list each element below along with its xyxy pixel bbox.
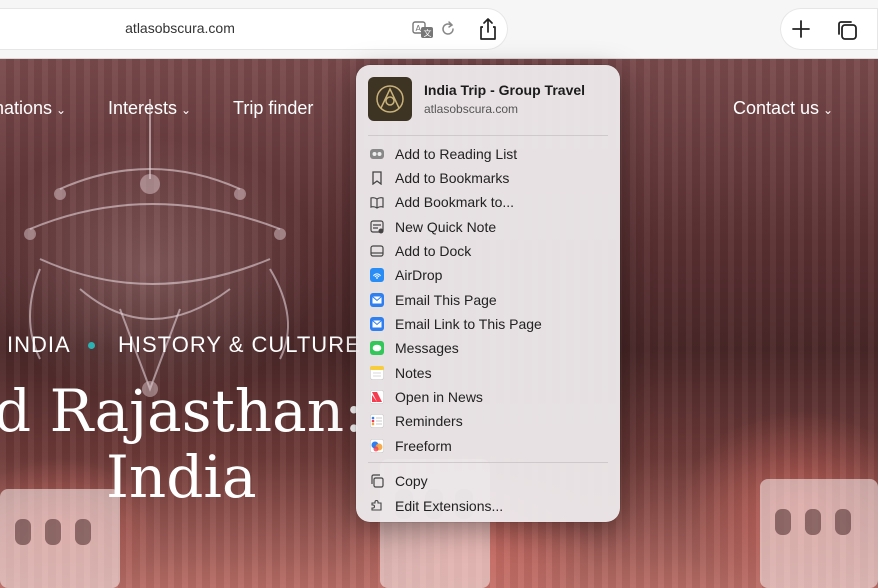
menu-item-add-to-dock[interactable]: Add to Dock — [368, 240, 608, 262]
menu-item-add-bookmark-to[interactable]: Add Bookmark to... — [368, 191, 608, 213]
mail-icon — [370, 293, 384, 307]
share-menu-header: India Trip - Group Travel atlasobscura.c… — [368, 77, 608, 123]
menu-item-add-to-reading-list[interactable]: Add to Reading List — [368, 143, 608, 165]
category-history-culture[interactable]: HISTORY & CULTURE — [118, 332, 361, 358]
extensions-icon — [370, 499, 384, 513]
nav-contact-us[interactable]: Contact us⌄ — [733, 98, 833, 119]
notes-icon — [370, 366, 384, 380]
mail-icon — [370, 317, 384, 331]
shared-page-url: atlasobscura.com — [424, 102, 518, 116]
menu-item-copy[interactable]: Copy — [368, 470, 608, 492]
svg-text:文: 文 — [424, 28, 432, 38]
menu-item-airdrop[interactable]: AirDrop — [368, 264, 608, 286]
copy-icon — [370, 474, 384, 488]
freeform-icon — [370, 439, 384, 453]
quick-note-icon — [370, 220, 384, 234]
browser-toolbar: atlasobscura.com A 文 — [0, 0, 878, 59]
menu-item-new-quick-note[interactable]: New Quick Note — [368, 216, 608, 238]
bookmark-icon — [370, 171, 384, 185]
share-menu: India Trip - Group Travel atlasobscura.c… — [356, 65, 620, 522]
menu-item-open-in-news[interactable]: Open in News — [368, 386, 608, 408]
glasses-icon — [370, 147, 384, 161]
dock-icon — [370, 244, 384, 258]
tabs-overview-icon[interactable] — [835, 18, 859, 47]
menu-divider — [368, 462, 608, 463]
hero-title-line-2: India — [106, 443, 257, 511]
category-india[interactable]: INDIA — [7, 332, 71, 358]
airdrop-icon — [370, 268, 384, 282]
reload-icon[interactable] — [440, 20, 456, 43]
svg-text:A: A — [416, 24, 422, 33]
site-logo-icon — [368, 77, 412, 121]
plus-icon[interactable] — [789, 17, 813, 46]
url-text[interactable]: atlasobscura.com — [0, 20, 360, 36]
messages-icon — [370, 341, 384, 355]
hero-title-line-1: d Rajasthan: — [0, 377, 364, 445]
menu-item-email-this-page[interactable]: Email This Page — [368, 289, 608, 311]
menu-item-reminders[interactable]: Reminders — [368, 410, 608, 432]
news-icon — [370, 390, 384, 404]
menu-item-edit-extensions[interactable]: Edit Extensions... — [368, 495, 608, 517]
menu-item-notes[interactable]: Notes — [368, 362, 608, 384]
reminders-icon — [370, 414, 384, 428]
menu-item-add-to-bookmarks[interactable]: Add to Bookmarks — [368, 167, 608, 189]
translate-icon[interactable]: A 文 — [412, 21, 434, 44]
menu-item-freeform[interactable]: Freeform — [368, 435, 608, 457]
menu-item-email-link[interactable]: Email Link to This Page — [368, 313, 608, 335]
nav-interests[interactable]: Interests⌄ — [108, 98, 191, 119]
nav-destinations[interactable]: nations⌄ — [0, 98, 66, 119]
category-separator-dot — [88, 342, 95, 349]
shared-page-title: India Trip - Group Travel — [424, 82, 585, 98]
menu-divider — [368, 135, 608, 136]
nav-trip-finder[interactable]: Trip finder — [233, 98, 313, 119]
share-icon[interactable] — [475, 16, 501, 42]
book-icon — [370, 195, 384, 209]
menu-item-messages[interactable]: Messages — [368, 337, 608, 359]
